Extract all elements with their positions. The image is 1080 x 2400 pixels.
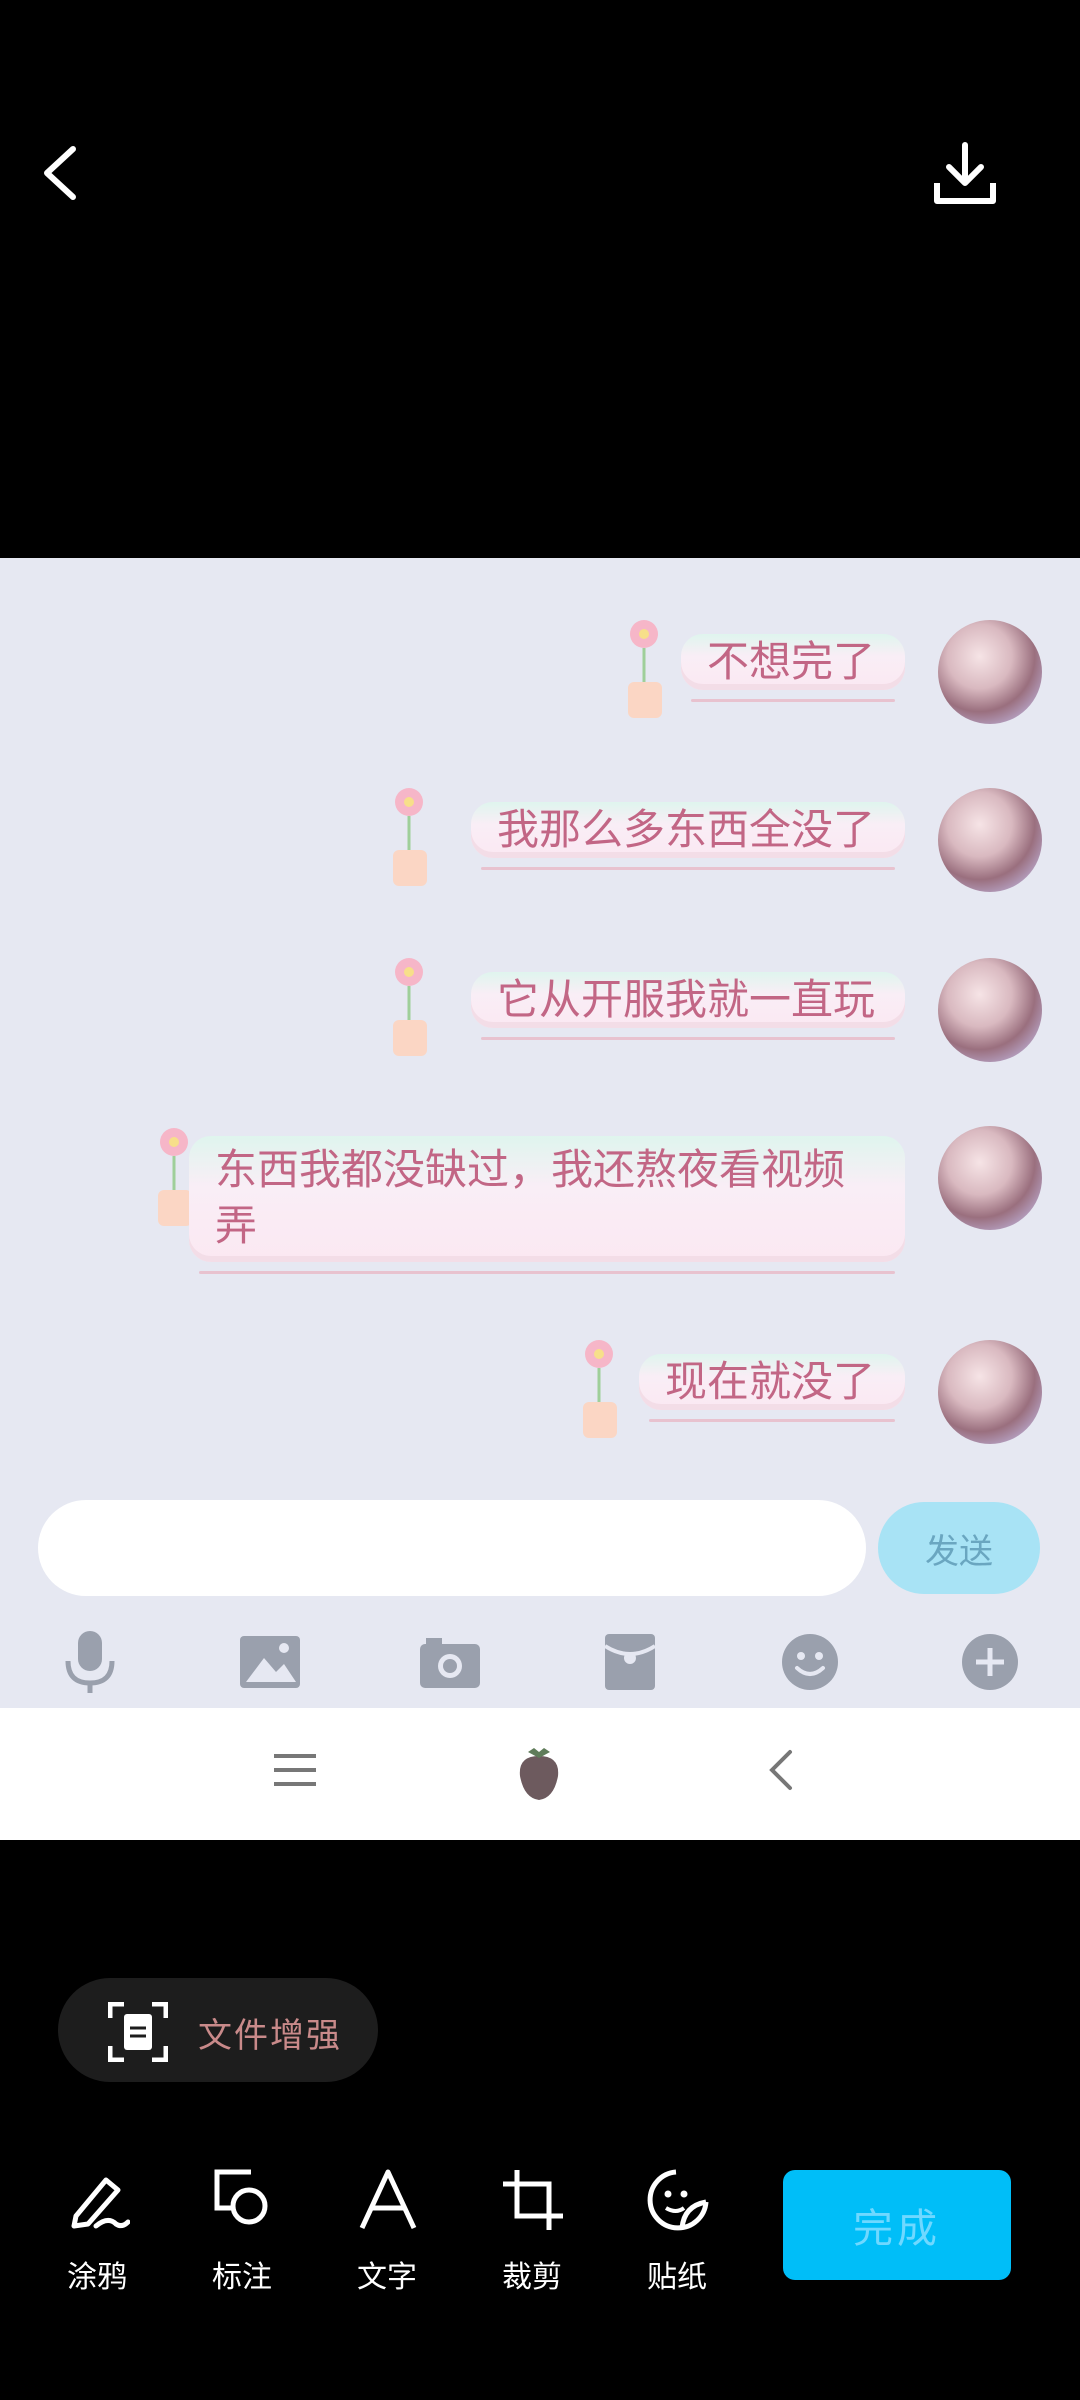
avatar <box>938 1126 1042 1230</box>
send-button[interactable]: 发送 <box>878 1502 1040 1594</box>
chat-bubble: 我那么多东西全没了 <box>470 802 905 870</box>
avatar <box>938 788 1042 892</box>
avatar <box>938 1340 1042 1444</box>
crop-icon <box>503 2170 563 2230</box>
avatar <box>938 620 1042 724</box>
back-icon[interactable] <box>766 1748 796 1796</box>
tool-text[interactable]: 文字 <box>332 2168 442 2295</box>
screenshot-canvas[interactable]: 不想完了 我那么多东西全没了 它从开服我就一直玩 东西我都没缺过，我还熬夜看视频… <box>0 558 1080 1840</box>
tool-crop[interactable]: 裁剪 <box>477 2168 587 2295</box>
download-icon <box>934 142 996 204</box>
chat-bubble: 不想完了 <box>680 634 905 702</box>
microphone-icon[interactable] <box>50 1622 130 1702</box>
image-icon[interactable] <box>230 1622 310 1702</box>
emoji-icon[interactable] <box>770 1622 850 1702</box>
sticker-icon <box>647 2169 709 2231</box>
chevron-left-icon <box>44 146 76 200</box>
document-scan-icon <box>108 2002 168 2062</box>
red-packet-icon[interactable] <box>590 1622 670 1702</box>
flower-sticker-icon <box>628 620 662 718</box>
back-button[interactable] <box>14 128 104 218</box>
document-enhance-label: 文件增强 <box>198 2016 342 2056</box>
annotate-icon <box>214 2169 268 2225</box>
message-text: 我那么多东西全没了 <box>496 805 875 854</box>
message-text: 不想完了 <box>706 637 875 686</box>
chat-bubble: 现在就没了 <box>638 1354 905 1422</box>
tool-sticker[interactable]: 贴纸 <box>622 2168 732 2295</box>
text-icon <box>359 2169 417 2230</box>
tool-annotate[interactable]: 标注 <box>187 2168 297 2295</box>
flower-sticker-icon <box>583 1340 617 1438</box>
done-button[interactable]: 完成 <box>783 2170 1011 2280</box>
tool-doodle[interactable]: 涂鸦 <box>42 2168 152 2295</box>
message-text: 现在就没了 <box>664 1357 875 1406</box>
flower-sticker-icon <box>393 788 427 886</box>
avatar <box>938 958 1042 1062</box>
strawberry-icon[interactable] <box>514 1742 564 1806</box>
message-text: 东西我都没缺过，我还熬夜看视频弄 <box>215 1145 846 1250</box>
system-nav-bar <box>0 1708 1080 1840</box>
menu-icon[interactable] <box>270 1748 320 1796</box>
plus-icon[interactable] <box>950 1622 1030 1702</box>
message-text: 它从开服我就一直玩 <box>496 975 875 1024</box>
camera-icon[interactable] <box>410 1622 490 1702</box>
chat-bubble: 东西我都没缺过，我还熬夜看视频弄 <box>189 1136 905 1274</box>
chat-bubble: 它从开服我就一直玩 <box>470 972 905 1040</box>
download-button[interactable] <box>920 128 1010 218</box>
message-input[interactable] <box>38 1500 866 1596</box>
flower-sticker-icon <box>393 958 427 1056</box>
pen-icon <box>71 2177 130 2229</box>
document-enhance-button[interactable]: 文件增强 <box>58 1978 378 2082</box>
